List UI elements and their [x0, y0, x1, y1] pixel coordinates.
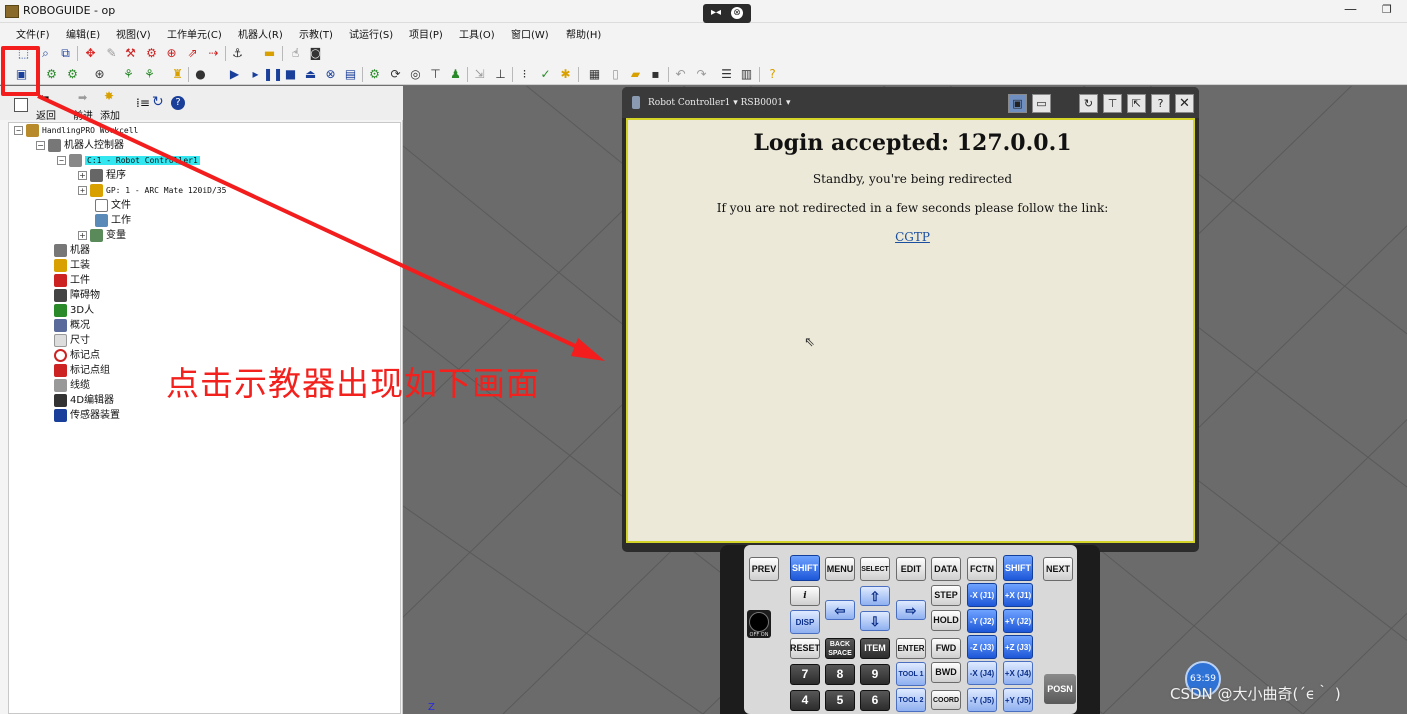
teach-pendant-button-highlight	[1, 46, 40, 96]
csdn-watermark: CSDN @大小曲奇(´ϵ｀ )	[1170, 685, 1341, 703]
annotation-text: 点击示教器出现如下画面	[166, 364, 540, 403]
